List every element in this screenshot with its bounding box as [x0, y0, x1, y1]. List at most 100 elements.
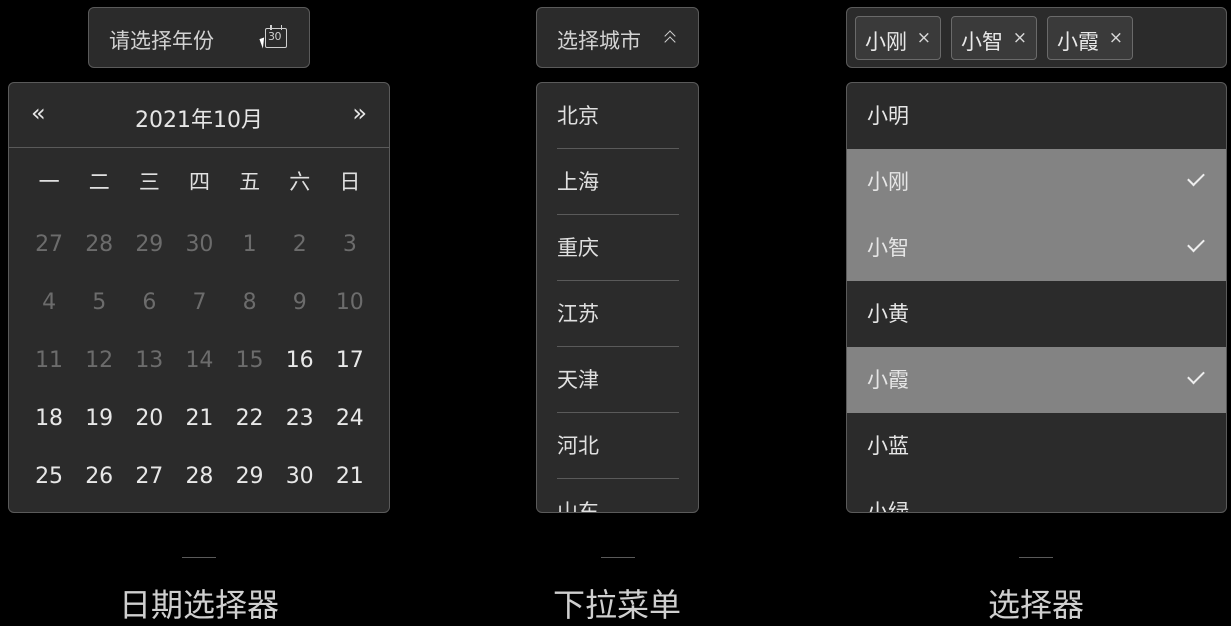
select-option[interactable]: 小明 [847, 83, 1226, 149]
dropdown-item[interactable]: 山东 [557, 479, 679, 512]
calendar-day-disabled: 11 [35, 347, 64, 373]
week-row: 4 5 6 7 8 9 10 [24, 273, 375, 331]
calendar-day-disabled: 1 [242, 231, 257, 257]
weekday-label: 三 [138, 170, 160, 194]
calendar-day[interactable]: 20 [124, 406, 174, 431]
next-month-button[interactable]: » [352, 99, 367, 127]
calendar-day[interactable]: 26 [74, 464, 124, 489]
dropdown-item[interactable]: 重庆 [557, 215, 679, 281]
weekday-label: 五 [239, 170, 261, 194]
calendar-day-disabled: 5 [92, 289, 107, 315]
tag-label: 小霞 [1057, 30, 1099, 54]
option-label: 小蓝 [867, 434, 909, 458]
calendar-day-disabled: 4 [42, 289, 57, 315]
calendar-day-disabled: 28 [85, 231, 114, 257]
weekday-label: 日 [339, 170, 361, 194]
calendar-day-disabled: 27 [35, 231, 64, 257]
week-row: 27 28 29 30 1 2 3 [24, 215, 375, 273]
dropdown-item[interactable]: 河北 [557, 413, 679, 479]
check-icon [1187, 234, 1205, 253]
dropdown-item[interactable]: 北京 [557, 83, 679, 149]
week-row: 11 12 13 14 15 16 17 [24, 331, 375, 389]
week-row: 25 26 27 28 29 30 21 [24, 447, 375, 505]
caption-date-picker: 日期选择器 [118, 586, 279, 624]
close-icon[interactable]: × [1013, 28, 1027, 48]
weekday-label: 六 [289, 170, 311, 194]
close-icon[interactable]: × [1109, 28, 1123, 48]
calendar-day-disabled: 15 [235, 347, 264, 373]
calendar-day-disabled: 13 [135, 347, 164, 373]
select-option[interactable]: 小蓝 [847, 413, 1226, 479]
calendar-header: « 2021年10月 » [9, 83, 389, 148]
calendar-day[interactable]: 21 [325, 464, 375, 489]
week-row: 18 19 20 21 22 23 24 [24, 389, 375, 447]
dropdown-item[interactable]: 天津 [557, 347, 679, 413]
calendar-month-title: 2021年10月 [135, 108, 263, 133]
city-dropdown-menu[interactable]: 北京 上海 重庆 江苏 天津 河北 山东 [536, 82, 699, 513]
calendar-day-disabled: 7 [192, 289, 207, 315]
calendar-day-disabled: 14 [185, 347, 214, 373]
weekday-label: 二 [88, 170, 110, 194]
calendar-icon[interactable]: 30 [265, 25, 287, 48]
calendar-day-disabled: 10 [335, 289, 364, 315]
calendar-day[interactable]: 21 [174, 406, 224, 431]
dropdown-item[interactable]: 上海 [557, 149, 679, 215]
calendar-day[interactable]: 23 [275, 406, 325, 431]
select-option[interactable]: 小黄 [847, 281, 1226, 347]
option-label: 小刚 [867, 170, 909, 194]
city-select-input[interactable]: 选择城市 [536, 7, 699, 68]
divider [601, 557, 635, 558]
option-label: 小明 [867, 104, 909, 128]
calendar-day[interactable]: 24 [325, 406, 375, 431]
caption-selector: 选择器 [987, 586, 1084, 624]
calendar-day-disabled: 9 [292, 289, 307, 315]
select-option[interactable]: 小绿 [847, 479, 1226, 512]
calendar-day[interactable]: 29 [225, 464, 275, 489]
city-select-placeholder: 选择城市 [557, 29, 641, 53]
calendar-day[interactable]: 22 [225, 406, 275, 431]
select-option-selected[interactable]: 小智 [847, 215, 1226, 281]
calendar-panel: « 2021年10月 » 一 二 三 四 五 六 日 27 28 29 30 1… [8, 82, 390, 513]
calendar-day-disabled: 29 [135, 231, 164, 257]
divider [182, 557, 216, 558]
calendar-day[interactable]: 19 [74, 406, 124, 431]
calendar-day-disabled: 2 [292, 231, 307, 257]
option-label: 小智 [867, 236, 909, 260]
weekday-row: 一 二 三 四 五 六 日 [24, 147, 375, 215]
calendar-day[interactable]: 16 [275, 348, 325, 373]
calendar-day-disabled: 6 [142, 289, 157, 315]
tag-label: 小刚 [865, 30, 907, 54]
calendar-day-disabled: 12 [85, 347, 114, 373]
multi-select-input[interactable]: 小刚 × 小智 × 小霞 × [846, 7, 1227, 68]
dropdown-item[interactable]: 江苏 [557, 281, 679, 347]
multi-select-menu[interactable]: 小明 小刚 小智 小黄 小霞 小蓝 小绿 [846, 82, 1227, 513]
check-icon [1187, 366, 1205, 385]
year-picker-placeholder: 请选择年份 [109, 29, 214, 53]
selected-tag: 小刚 × [855, 16, 941, 60]
calendar-day[interactable]: 25 [24, 464, 74, 489]
calendar-day-disabled: 30 [185, 231, 214, 257]
calendar-icon-number: 30 [268, 30, 282, 43]
divider [1019, 557, 1053, 558]
select-option-selected[interactable]: 小霞 [847, 347, 1226, 413]
calendar-day[interactable]: 18 [24, 406, 74, 431]
selected-tag: 小智 × [951, 16, 1037, 60]
option-label: 小霞 [867, 368, 909, 392]
calendar-grid: 一 二 三 四 五 六 日 27 28 29 30 1 2 3 4 5 6 7 … [24, 147, 375, 505]
weekday-label: 一 [38, 170, 60, 194]
calendar-day-disabled: 3 [342, 231, 357, 257]
year-picker-input[interactable]: 请选择年份 30 [88, 7, 310, 68]
close-icon[interactable]: × [917, 28, 931, 48]
calendar-day[interactable]: 27 [124, 464, 174, 489]
option-label: 小黄 [867, 302, 909, 326]
weekday-label: 四 [188, 170, 210, 194]
check-icon [1187, 168, 1205, 187]
calendar-day-disabled: 8 [242, 289, 257, 315]
select-option-selected[interactable]: 小刚 [847, 149, 1226, 215]
caption-dropdown: 下拉菜单 [552, 586, 681, 624]
calendar-day[interactable]: 17 [325, 348, 375, 373]
calendar-day[interactable]: 30 [275, 464, 325, 489]
calendar-day[interactable]: 28 [174, 464, 224, 489]
selected-tag: 小霞 × [1047, 16, 1133, 60]
tag-label: 小智 [961, 30, 1003, 54]
